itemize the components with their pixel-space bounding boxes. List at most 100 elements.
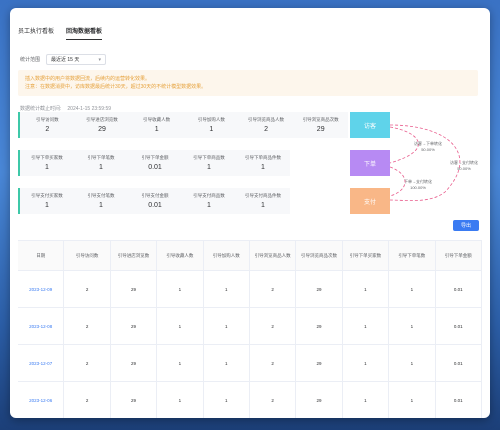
table-cell: 2	[64, 271, 111, 307]
table-cell: 1	[204, 345, 250, 381]
table-cell: 1	[204, 382, 250, 418]
table-cell: 1	[157, 308, 204, 344]
table-cell: 29	[296, 271, 343, 307]
metric-cell: 引导下单金额 0.01	[128, 150, 182, 176]
column-header[interactable]: 引导浏览商品人数	[250, 241, 297, 270]
table-cell: 29	[296, 308, 343, 344]
range-select-value: 最近近 15 天	[51, 57, 80, 63]
metric-cell: 引导下单买家数 1	[20, 150, 74, 176]
column-header[interactable]: 引导加购人数	[204, 241, 250, 270]
metric-value: 2	[264, 126, 268, 133]
metric-cell: 引导收藏人数 1	[129, 112, 184, 138]
tab-return-data[interactable]: 回淘数据看板	[66, 26, 103, 40]
metric-cell: 引导支付金额 0.01	[128, 188, 182, 214]
table-cell: 29	[111, 308, 158, 344]
column-header[interactable]: 引导浏览商品次数	[296, 241, 343, 270]
metric-cell: 引导支付笔数 1	[74, 188, 128, 214]
table-row: 2023-12-07 2 29 1 1 2 29 1 1 0.01	[18, 345, 482, 382]
metric-value: 0.01	[148, 164, 162, 171]
metric-label: 引导收藏人数	[143, 117, 171, 122]
conversion-value: 50.00%	[421, 146, 435, 152]
range-select[interactable]: 最近近 15 天 ▾	[46, 54, 107, 65]
date-link[interactable]: 2023-12-06	[18, 382, 65, 418]
table-cell: 0.01	[436, 308, 482, 344]
metric-cell: 引导下单商品数 1	[182, 150, 236, 176]
conversion-name: 访客→支付转化	[450, 160, 478, 165]
table-cell: 29	[111, 345, 158, 381]
chevron-down-icon: ▾	[98, 56, 102, 63]
table-cell: 1	[204, 308, 250, 344]
metric-label: 引导进店浏览数	[86, 117, 118, 122]
metric-cell: 引导加购人数 1	[184, 112, 239, 138]
table-cell: 1	[157, 382, 204, 418]
table-body: 2023-12-09 2 29 1 1 2 29 1 1 0.01 2023-12-08 2 29 1 1 2…	[18, 271, 482, 418]
table-cell: 1	[343, 345, 390, 381]
table-row: 2023-12-06 2 29 1 1 2 29 1 1 0.01	[18, 382, 482, 418]
table-cell: 1	[343, 308, 390, 344]
table-cell: 0.01	[436, 345, 482, 381]
pay-metrics-row: 引导支付买家数 1 引导支付笔数 1 引导支付金额 0.01 引导支付商品数 1 引导支…	[18, 188, 290, 214]
metric-value: 1	[45, 164, 49, 171]
metric-value: 29	[98, 126, 106, 133]
table-cell: 29	[296, 345, 343, 381]
date-link[interactable]: 2023-12-07	[18, 345, 65, 381]
order-metrics-row: 引导下单买家数 1 引导下单笔数 1 引导下单金额 0.01 引导下单商品数 1 引导下…	[18, 150, 290, 176]
conversion-name: 下单→支付转化	[404, 179, 432, 184]
metric-label: 引导支付商品数	[193, 193, 225, 198]
metric-label: 引导支付买家数	[31, 193, 63, 198]
stage-order: 下单	[350, 150, 390, 176]
column-header[interactable]: 引导进店浏览数	[111, 241, 158, 270]
metric-label: 引导下单商品件数	[245, 155, 281, 160]
range-filter: 统计范围 最近近 15 天 ▾	[20, 54, 107, 65]
column-header[interactable]: 引导下单买家数	[343, 241, 390, 270]
table-cell: 1	[157, 345, 204, 381]
date-link[interactable]: 2023-12-08	[18, 308, 65, 344]
metric-label: 引导支付笔数	[87, 193, 115, 198]
connector-order-to-pay	[390, 166, 406, 197]
metric-label: 引导访问数	[36, 117, 59, 122]
stage-pay: 支付	[350, 188, 390, 214]
column-header[interactable]: 引导下单笔数	[389, 241, 436, 270]
metric-label: 引导加购人数	[197, 117, 225, 122]
column-header[interactable]: 引导收藏人数	[157, 241, 204, 270]
table-cell: 2	[64, 345, 111, 381]
metric-cell: 引导访问数 2	[20, 112, 75, 138]
table-cell: 2	[64, 382, 111, 418]
metric-cell: 引导支付商品数 1	[182, 188, 236, 214]
metric-cell: 引导下单商品件数 1	[236, 150, 290, 176]
table-cell: 1	[157, 271, 204, 307]
metric-label: 引导支付金额	[141, 193, 169, 198]
metric-label: 引导浏览商品次数	[302, 117, 339, 122]
table-cell: 1	[204, 271, 250, 307]
metric-label: 引导下单商品数	[193, 155, 225, 160]
data-table: 日期 引导访问数 引导进店浏览数 引导收藏人数 引导加购人数 引导浏览商品人数 …	[18, 240, 482, 418]
table-cell: 0.01	[436, 271, 482, 307]
metric-value: 1	[261, 202, 265, 209]
metric-value: 1	[99, 164, 103, 171]
metric-value: 1	[207, 164, 211, 171]
metric-label: 引导下单笔数	[87, 155, 115, 160]
export-button[interactable]: 导出	[453, 220, 479, 231]
tab-employee-execution[interactable]: 员工执行看板	[18, 26, 54, 40]
table-cell: 2	[250, 345, 297, 381]
tab-bar: 员工执行看板 回淘数据看板	[18, 26, 103, 40]
column-header[interactable]: 日期	[18, 241, 65, 270]
table-cell: 29	[111, 271, 158, 307]
metric-label: 引导支付商品件数	[245, 193, 281, 198]
metric-value: 1	[207, 202, 211, 209]
conversion-visit-pay: 访客→支付转化 50.00%	[450, 160, 478, 171]
table-cell: 29	[111, 382, 158, 418]
notice-line-1: 插入数据中的用户将数据回流，后续内的运营转化效果。	[25, 76, 151, 82]
table-cell: 1	[389, 308, 436, 344]
date-link[interactable]: 2023-12-09	[18, 271, 65, 307]
metric-value: 0.01	[148, 202, 162, 209]
column-header[interactable]: 引导下单金额	[436, 241, 482, 270]
notice-banner: 插入数据中的用户将数据回流，后续内的运营转化效果。 注意：在数据消费中，访库数据…	[18, 70, 478, 96]
metric-cell: 引导浏览商品次数 29	[293, 112, 348, 138]
metric-value: 29	[316, 126, 325, 133]
metric-cell: 引导下单笔数 1	[74, 150, 128, 176]
metric-value: 1	[209, 126, 214, 133]
column-header[interactable]: 引导访问数	[64, 241, 111, 270]
conversion-name: 访客→下单转化	[414, 141, 442, 146]
metric-cell: 引导浏览商品人数 2	[239, 112, 294, 138]
